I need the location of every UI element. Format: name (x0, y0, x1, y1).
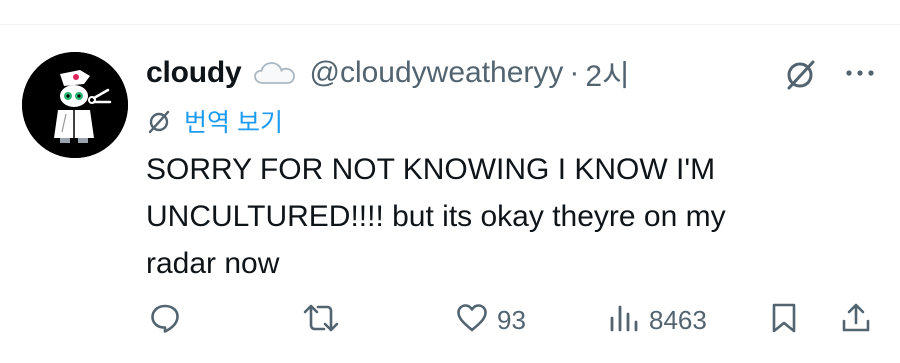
repost-icon (302, 301, 340, 340)
grok-icon[interactable] (783, 56, 819, 92)
post-time[interactable]: 2시 (585, 51, 629, 95)
repost-button[interactable] (302, 295, 340, 345)
like-button[interactable]: 93 (455, 295, 526, 345)
translate-link[interactable]: 번역 보기 (146, 105, 283, 137)
share-icon (839, 301, 873, 340)
action-bar: 93 8463 (0, 295, 900, 345)
separator-dot: · (569, 56, 580, 89)
avatar-illustration (22, 52, 128, 158)
cloud-icon (253, 60, 297, 86)
views-count: 8463 (649, 304, 707, 335)
views-button[interactable]: 8463 (607, 295, 707, 345)
more-options-icon[interactable] (840, 58, 880, 88)
author-handle[interactable]: @cloudyweatheryy (309, 56, 563, 90)
like-count: 93 (497, 304, 526, 335)
post[interactable]: cloudy @cloudyweatheryy · 2시 번역 보기 SORRY… (0, 25, 900, 363)
translate-label: 번역 보기 (184, 109, 283, 137)
avatar[interactable] (22, 52, 128, 158)
heart-icon (455, 302, 489, 339)
display-name[interactable]: cloudy (146, 56, 242, 90)
bookmark-icon (769, 301, 799, 340)
share-button[interactable] (839, 295, 873, 345)
post-header: cloudy @cloudyweatheryy · 2시 (146, 53, 630, 93)
bookmark-button[interactable] (769, 295, 799, 345)
post-text: SORRY FOR NOT KNOWING I KNOW I'M UNCULTU… (146, 153, 726, 280)
translate-icon (146, 107, 174, 135)
page: cloudy @cloudyweatheryy · 2시 번역 보기 SORRY… (0, 0, 900, 363)
reply-button[interactable] (148, 295, 182, 345)
reply-icon (148, 301, 182, 340)
views-icon (607, 302, 641, 339)
